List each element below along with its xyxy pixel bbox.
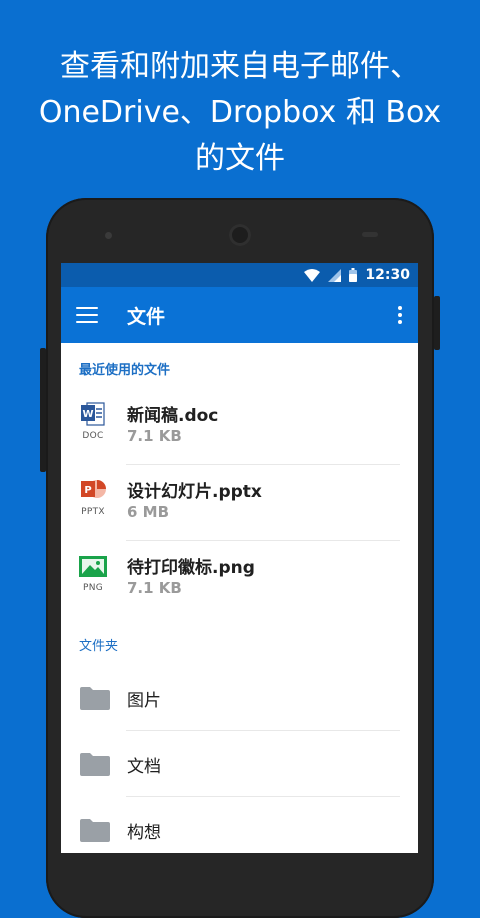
phone-power-button xyxy=(434,296,440,350)
phone-sensor xyxy=(105,232,112,239)
recent-files-header: 最近使用的文件 xyxy=(79,363,171,378)
promo-line-3: 的文件 xyxy=(195,141,285,176)
wifi-icon xyxy=(304,268,321,282)
folder-item[interactable]: 构想 xyxy=(61,797,418,853)
app-bar: 文件 xyxy=(61,287,418,343)
recent-file-item[interactable]: W DOC 新闻稿.doc 7.1 KB xyxy=(61,389,418,465)
file-name: 新闻稿.doc xyxy=(127,406,219,426)
promo-line-2: OneDrive、Dropbox 和 Box xyxy=(38,95,442,130)
battery-icon xyxy=(349,268,358,282)
promo-line-1: 查看和附加来自电子邮件、 xyxy=(60,49,420,84)
phone-speaker xyxy=(362,232,378,237)
folder-icon xyxy=(80,753,110,776)
folder-name: 构想 xyxy=(127,823,161,843)
cell-signal-icon xyxy=(328,268,342,282)
file-size: 7.1 KB xyxy=(127,427,182,445)
file-type-label: DOC xyxy=(82,431,104,441)
folder-item[interactable]: 图片 xyxy=(61,665,418,731)
folder-name: 图片 xyxy=(127,691,161,711)
image-file-icon: PNG xyxy=(78,553,108,593)
folders-header: 文件夹 xyxy=(79,639,119,654)
recent-file-item[interactable]: PNG 待打印徽标.png 7.1 KB xyxy=(61,541,418,617)
recent-file-item[interactable]: P PPTX 设计幻灯片.pptx 6 MB xyxy=(61,465,418,541)
more-options-icon[interactable] xyxy=(398,306,402,324)
phone-screen: 12:30 文件 最近使用的文件 W DOC 新闻稿.doc 7.1 KB P … xyxy=(61,263,418,853)
svg-text:W: W xyxy=(82,409,93,420)
file-size: 6 MB xyxy=(127,503,170,521)
file-size: 7.1 KB xyxy=(127,579,182,597)
folder-item[interactable]: 文档 xyxy=(61,731,418,797)
file-name: 设计幻灯片.pptx xyxy=(127,482,262,502)
folder-name: 文档 xyxy=(127,757,161,777)
file-type-label: PPTX xyxy=(81,507,105,517)
folder-icon xyxy=(80,819,110,842)
file-type-label: PNG xyxy=(82,583,104,593)
status-time: 12:30 xyxy=(365,267,410,283)
status-bar: 12:30 xyxy=(61,263,418,287)
folder-icon xyxy=(80,687,110,710)
svg-text:P: P xyxy=(84,485,91,496)
promo-headline: 查看和附加来自电子邮件、 OneDrive、Dropbox 和 Box 的文件 xyxy=(0,44,480,182)
word-doc-icon: W DOC xyxy=(78,401,108,441)
app-bar-title: 文件 xyxy=(127,305,166,328)
powerpoint-icon: P PPTX xyxy=(78,477,108,517)
menu-icon[interactable] xyxy=(76,307,98,323)
file-name: 待打印徽标.png xyxy=(127,558,255,578)
phone-camera xyxy=(229,224,251,246)
